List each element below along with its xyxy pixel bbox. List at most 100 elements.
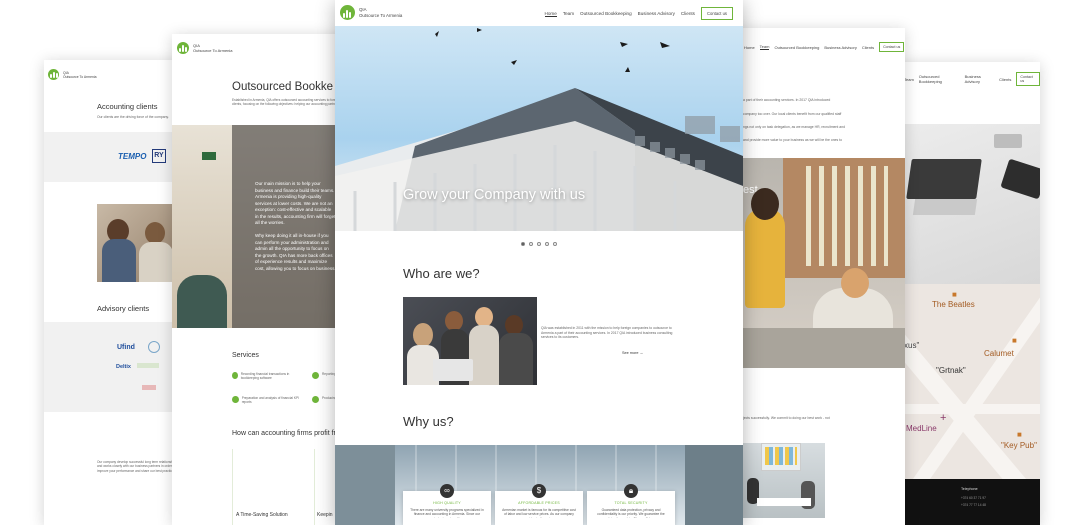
contact-button[interactable]: Contact us (879, 42, 905, 52)
accounting-clients-sub: Our clients are the driving force of the… (97, 115, 169, 119)
why-card-prices: $ AFFORDABLE PRICES Armenian market is f… (495, 484, 583, 525)
check-icon (232, 396, 239, 403)
map-pin-icon: ■ (952, 290, 957, 299)
laptop-desk-photo (904, 124, 1040, 284)
why-heading: Why us? (403, 414, 454, 429)
client-logo-ry[interactable]: RY (152, 149, 166, 163)
team-text-line: a part of their accounting services. In … (743, 98, 831, 102)
who-heading: Who are we? (403, 266, 480, 281)
nav-item[interactable]: Clients (862, 45, 874, 50)
slider-dot[interactable] (545, 242, 549, 246)
map-label-keypub: "Key Pub" (1001, 441, 1037, 450)
contact-button[interactable]: Contact us (1016, 72, 1040, 86)
card-text: There are many university programs speci… (410, 508, 484, 518)
brand-tagline: Outsource To Armenia (359, 12, 403, 18)
nav-item[interactable]: Outsourced Bookkeeping (774, 45, 819, 50)
slider-dot[interactable] (553, 242, 557, 246)
why-card-security: 🔒︎ TOTAL SECURITY Guaranteed data protec… (587, 484, 675, 525)
brand-logo[interactable]: QIA Outsource To Armenia (340, 5, 402, 20)
main-nav: Home Team Outsourced Bookkeeping Busines… (544, 7, 733, 20)
map-pin-icon: ■ (1017, 430, 1022, 439)
quality-icon: ∞ (440, 484, 454, 498)
services-heading: Services (232, 352, 259, 359)
team-text-line: company too over. Our local clients bene… (743, 112, 842, 116)
overlay-paragraph: Our main mission is to help your busines… (255, 181, 336, 225)
map-label-calumet: Calumet (984, 349, 1014, 358)
profit-heading: How can accounting firms profit fr (232, 430, 336, 437)
map-label-beatles: The Beatles (932, 300, 975, 309)
brand-tagline: Outsource To Armenia (63, 74, 97, 79)
bookkeeping-overlay: Our main mission is to help your busines… (232, 125, 342, 328)
logo-icon (48, 69, 59, 80)
footer-phone[interactable]: +374 77 77 14 48 (961, 503, 1040, 507)
nav-item[interactable]: Team (904, 77, 914, 82)
service-item: Recording financial transactions in book… (232, 372, 307, 380)
page-home: QIA Outsource To Armenia Home Team Outso… (335, 0, 743, 525)
nav-clients[interactable]: Clients (681, 11, 695, 16)
dollar-icon: $ (532, 484, 546, 498)
service-item: Preparation and analysis of financial KP… (232, 396, 307, 404)
footer-phone[interactable]: +374 60 37 71 97 (961, 496, 1040, 500)
who-text: QIA was established in 2011 with the mis… (541, 326, 673, 340)
map-label-nexus: xus" (904, 341, 920, 350)
benefit-time-saving: A Time-Saving Solution (236, 512, 288, 518)
hero-slider[interactable]: Grow your Company with us (335, 26, 743, 231)
client-logo[interactable] (137, 363, 159, 368)
team-text-line: ngs not only on task delegation, as we m… (743, 125, 845, 129)
team-bottom-text: jects successfully. We commit to doing o… (743, 416, 830, 420)
why-card-quality: ∞ HIGH QUALITY There are many university… (403, 484, 491, 525)
clients-footer-text: Our company develop successful long term… (97, 460, 177, 473)
nav-team[interactable]: Team (563, 11, 574, 16)
map-pin-icon: ■ (1012, 336, 1017, 345)
nav-outsourced-bookkeeping[interactable]: Outsourced Bookkeeping (580, 11, 632, 16)
card-text: Guaranteed data protection, privacy and … (597, 508, 665, 518)
contact-button[interactable]: Contact us (700, 7, 733, 20)
client-logo[interactable] (148, 341, 160, 353)
bookkeeping-intro: Established in Armenia, QIA offers outso… (232, 98, 341, 107)
nav-item[interactable]: Business Advisory (965, 74, 995, 84)
accounting-clients-heading: Accounting clients (97, 102, 158, 111)
advisory-clients-heading: Advisory clients (97, 304, 150, 313)
logo-icon (177, 42, 189, 54)
logo-icon (340, 5, 355, 20)
contacts-footer: Telephone +374 60 37 71 97 +374 77 77 14… (904, 479, 1040, 525)
benefit-keeping: Keepin (317, 512, 333, 518)
map-pin-icon: + (940, 412, 947, 424)
brand-logo[interactable]: QIA Outsource To Armenia (177, 42, 233, 54)
meeting-photo (743, 443, 825, 518)
map-label-medline: MedLine (906, 424, 937, 433)
client-logo-tempo[interactable]: TEMPO (118, 152, 146, 161)
brand-logo[interactable]: QIA Outsource To Armenia (48, 69, 96, 80)
page5-nav: Team Outsourced Bookkeeping Business Adv… (904, 72, 1040, 86)
slider-dots (335, 233, 743, 251)
card-text: Armenian market is famous for its compet… (502, 508, 576, 518)
nav-item[interactable]: Outsourced Bookkeeping (919, 74, 960, 84)
map: The Beatles xus" Calumet "Grtnak" MedLin… (904, 284, 1040, 479)
nav-item[interactable]: Team (759, 44, 770, 50)
nav-item[interactable]: Clients (999, 77, 1011, 82)
brand-tagline: Outsource To Armenia (193, 48, 233, 53)
client-logo-ufind[interactable]: Ufind (117, 344, 135, 351)
nav-business-advisory[interactable]: Business Advisory (638, 11, 675, 16)
see-more-link[interactable]: See more → (622, 351, 643, 355)
client-logo-deltix[interactable]: Deltix (116, 364, 131, 370)
check-icon (232, 372, 238, 379)
check-icon (312, 372, 319, 379)
client-logo[interactable] (142, 385, 156, 390)
slider-dot[interactable] (521, 242, 525, 246)
lock-icon: 🔒︎ (624, 484, 638, 498)
slider-dot[interactable] (529, 242, 533, 246)
header: QIA Outsource To Armenia Home Team Outso… (335, 0, 743, 26)
nav-item[interactable]: Home (744, 45, 755, 50)
footer-title: Telephone (961, 487, 978, 491)
check-icon (312, 396, 319, 403)
nav-item[interactable]: Business Advisory (824, 45, 856, 50)
overlay-paragraph: Why keep doing it all in-house if you ca… (255, 233, 336, 271)
office-team-photo: est (743, 158, 905, 368)
team-text-line: and provide more value to your business … (743, 138, 842, 142)
slider-dot[interactable] (537, 242, 541, 246)
nav-home[interactable]: Home (544, 11, 557, 17)
who-photo (403, 297, 537, 385)
hero-heading: Grow your Company with us (403, 187, 586, 203)
page4-nav: Home Team Outsourced Bookkeeping Busines… (744, 42, 905, 52)
